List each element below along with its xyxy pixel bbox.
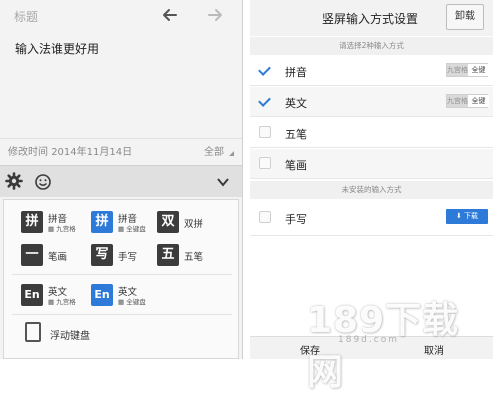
note-footer: 修改时间 2014年11月14日 全部	[0, 138, 242, 160]
divider	[12, 314, 232, 315]
dropdown-corner-icon[interactable]	[229, 151, 234, 156]
note-header: 标题	[0, 0, 242, 30]
checkbox-unchecked[interactable]	[259, 126, 271, 138]
wubi-icon: 五	[157, 244, 179, 266]
keyboard-sub: ▦ 全键盘	[118, 225, 146, 233]
section-header-select: 请选择2种输入方式	[250, 37, 493, 55]
modified-time: 修改时间 2014年11月14日	[8, 143, 132, 158]
method-label: 拼音	[285, 66, 307, 79]
keyboard-label: 笔画	[48, 252, 68, 263]
watermark: 189下载网	[307, 300, 460, 393]
gear-icon[interactable]	[5, 172, 23, 190]
keyboard-bihua[interactable]: 一 笔画	[21, 244, 91, 268]
floating-keyboard-button[interactable]: 浮动键盘	[50, 327, 90, 342]
keyboard-toolbar	[0, 165, 242, 197]
keyboard-sub: ▦ 九宫格	[48, 298, 76, 306]
pinyin-icon: 拼	[21, 211, 43, 233]
method-row-english[interactable]: 英文 九宫格 全键	[250, 87, 493, 117]
download-label: 下载	[464, 212, 479, 220]
method-label: 五笔	[285, 128, 307, 141]
settings-header: 竖屏输入方式设置 卸载	[250, 0, 493, 36]
note-editor-panel: 标题 输入法谁更好用 修改时间 2014年11月14日 全部 拼 拼音 ▦ 九宫…	[0, 0, 243, 359]
watermark-url: 189d.com	[338, 335, 399, 345]
method-row-bihua[interactable]: 笔画	[250, 149, 493, 179]
keyboard-switch-panel: 拼 拼音 ▦ 九宫格 拼 拼音 ▦ 全键盘 双 双拼 一 笔画 写 手写 五 五…	[3, 199, 239, 359]
page-title: 竖屏输入方式设置	[322, 12, 419, 26]
handwriting-icon: 写	[91, 244, 113, 266]
keyboard-shuangpin[interactable]: 双 双拼	[157, 211, 227, 235]
keyboard-sub: ▦ 全键盘	[118, 298, 146, 306]
checkbox-checked[interactable]	[259, 64, 271, 76]
modified-label: 修改时间	[8, 147, 48, 158]
toggle-option-9key[interactable]: 九宫格	[447, 95, 468, 107]
bihua-icon: 一	[21, 244, 43, 266]
english-icon: En	[21, 284, 43, 306]
keyboard-handwriting[interactable]: 写 手写	[91, 244, 161, 268]
toggle-option-9key[interactable]: 九宫格	[447, 64, 468, 76]
shuangpin-icon: 双	[157, 211, 179, 233]
toggle-option-full[interactable]: 全键	[468, 95, 489, 107]
section-header-uninstalled: 未安装的输入方式	[250, 181, 493, 199]
keyboard-sub: ▦ 九宫格	[48, 225, 76, 233]
emoji-icon[interactable]	[34, 173, 52, 191]
method-label: 手写	[285, 213, 307, 226]
category-all[interactable]: 全部	[204, 143, 224, 158]
keyboard-sub-text: 九宫格	[56, 225, 76, 233]
keyboard-sub-text: 九宫格	[56, 298, 76, 306]
keyboard-pinyin-9key[interactable]: 拼 拼音 ▦ 九宫格	[21, 211, 91, 235]
english-icon: En	[91, 284, 113, 306]
checkbox-unchecked[interactable]	[259, 211, 271, 223]
undo-icon[interactable]	[160, 6, 180, 24]
note-title-input[interactable]: 标题	[14, 8, 38, 25]
keyboard-sub-text: 全键盘	[126, 298, 146, 306]
method-label: 笔画	[285, 159, 307, 172]
keyboard-pinyin-full[interactable]: 拼 拼音 ▦ 全键盘	[91, 211, 161, 235]
method-label: 英文	[285, 97, 307, 110]
method-row-handwriting[interactable]: 手写 ⬇ 下载	[250, 200, 493, 236]
keyboard-label: 五笔	[184, 252, 204, 263]
modified-date: 2014年11月14日	[51, 147, 133, 158]
keyboard-label: 手写	[118, 252, 138, 263]
toggle-option-full[interactable]: 全键	[468, 64, 489, 76]
redo-icon[interactable]	[205, 6, 225, 24]
method-row-wubi[interactable]: 五笔	[250, 118, 493, 148]
checkbox-checked[interactable]	[259, 95, 271, 107]
keyboard-sub-text: 全键盘	[126, 225, 146, 233]
unload-button[interactable]: 卸载	[446, 4, 484, 30]
keyboard-english-9key[interactable]: En 英文 ▦ 九宫格	[21, 284, 91, 308]
checkbox-unchecked[interactable]	[259, 157, 271, 169]
note-body-text[interactable]: 输入法谁更好用	[15, 40, 99, 57]
method-row-pinyin[interactable]: 拼音 九宫格 全键	[250, 56, 493, 86]
floating-keyboard-icon	[25, 322, 41, 342]
chevron-down-icon[interactable]	[215, 174, 231, 190]
divider	[12, 274, 232, 275]
keyboard-english-full[interactable]: En 英文 ▦ 全键盘	[91, 284, 161, 308]
pinyin-icon: 拼	[91, 211, 113, 233]
keyboard-label: 双拼	[184, 219, 204, 230]
layout-toggle[interactable]: 九宫格 全键	[446, 63, 489, 77]
download-button[interactable]: ⬇ 下载	[446, 209, 488, 224]
keyboard-wubi[interactable]: 五 五笔	[157, 244, 227, 268]
layout-toggle[interactable]: 九宫格 全键	[446, 94, 489, 108]
